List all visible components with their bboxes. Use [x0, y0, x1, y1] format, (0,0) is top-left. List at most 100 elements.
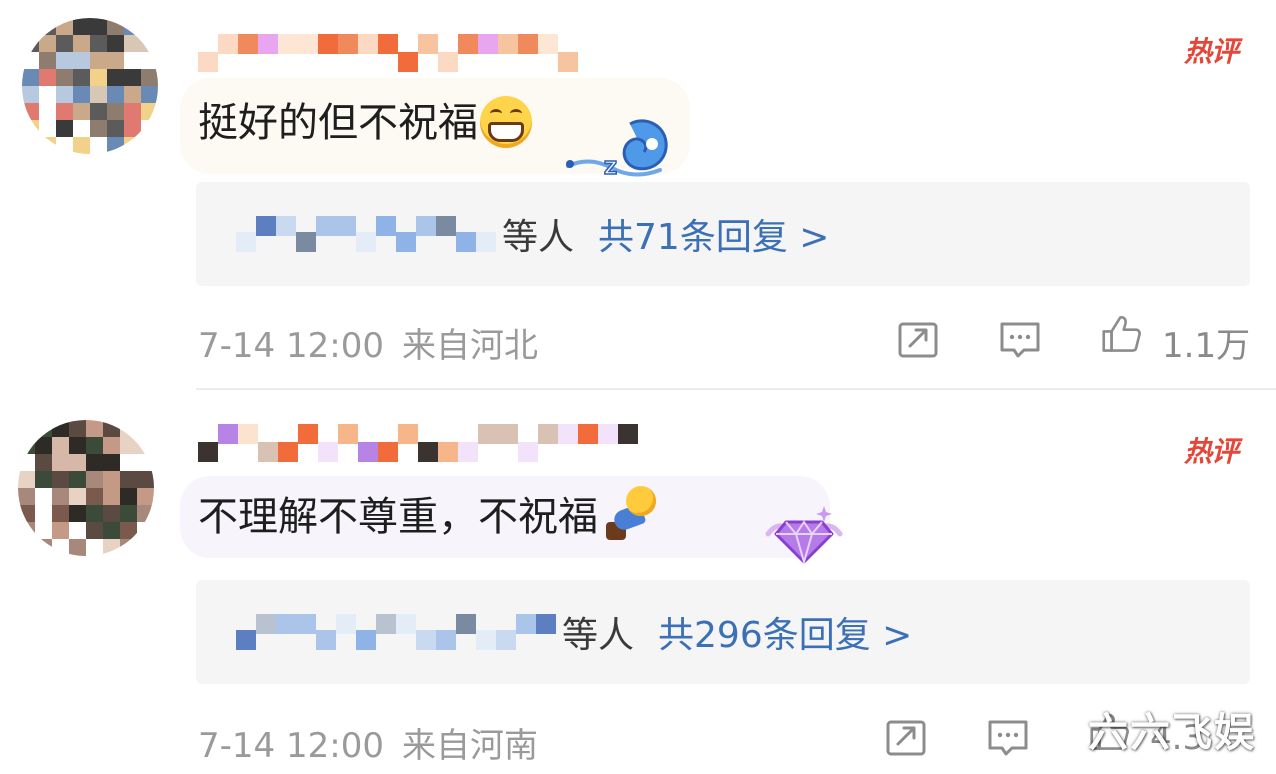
blur-pixel — [107, 35, 124, 52]
blur-pixel — [518, 442, 538, 462]
blur-pixel — [107, 52, 124, 69]
blur-pixel — [396, 614, 416, 634]
blur-pixel — [69, 437, 86, 454]
blur-pixel — [438, 442, 458, 462]
blur-pixel — [338, 424, 358, 444]
blur-pixel — [73, 69, 90, 86]
blur-pixel — [538, 424, 558, 444]
reply-summary[interactable]: 等人 共71条回复 > — [196, 182, 1250, 286]
blur-pixel — [120, 471, 137, 488]
comment-icon[interactable] — [986, 718, 1030, 758]
blur-pixel — [22, 35, 39, 52]
comment-time: 7-14 12:00 — [198, 726, 384, 766]
blur-pixel — [120, 505, 137, 522]
blur-pixel — [618, 424, 638, 444]
view-replies-link[interactable]: 共296条回复 > — [658, 606, 912, 658]
kneeling-person-emoji — [600, 486, 662, 542]
blur-pixel — [436, 216, 456, 236]
blur-pixel — [378, 34, 398, 54]
comment-item: 热评 挺好的但不祝福 Z 等人 共71条回复 > 7-14 12:00 来自河北 … — [0, 0, 1276, 392]
blur-pixel — [35, 471, 52, 488]
blur-pixel — [73, 35, 90, 52]
like-count: 1.1万 — [1162, 326, 1251, 366]
blur-pixel — [56, 35, 73, 52]
blur-pixel — [218, 424, 238, 444]
comment-content: 不理解不尊重，不祝福 — [198, 486, 662, 542]
blur-pixel — [198, 442, 218, 462]
blur-pixel — [69, 488, 86, 505]
blur-pixel — [39, 35, 56, 52]
username-blurred[interactable] — [198, 418, 638, 462]
blur-pixel — [418, 34, 438, 54]
blur-pixel — [478, 424, 498, 444]
avatar[interactable] — [22, 18, 158, 154]
blur-pixel — [296, 232, 316, 252]
blur-pixel — [90, 35, 107, 52]
blur-pixel — [137, 505, 154, 522]
blur-pixel — [356, 630, 376, 650]
blur-pixel — [536, 614, 556, 634]
blur-pixel — [258, 34, 278, 54]
blur-pixel — [124, 18, 141, 35]
avatar[interactable] — [18, 420, 154, 556]
blur-pixel — [52, 437, 69, 454]
blur-pixel — [558, 424, 578, 444]
comment-text: 不理解不尊重，不祝福 — [198, 494, 598, 540]
blur-pixel — [137, 539, 154, 556]
blur-pixel — [22, 18, 39, 35]
blur-pixel — [558, 52, 578, 72]
blur-pixel — [18, 505, 35, 522]
blur-pixel — [35, 454, 52, 471]
hot-comment-badge: 热评 — [1184, 30, 1239, 70]
blur-pixel — [256, 216, 276, 236]
blur-pixel — [137, 437, 154, 454]
blur-pixel — [418, 442, 438, 462]
blur-pixel — [276, 614, 296, 634]
share-icon[interactable] — [884, 718, 928, 758]
blur-pixel — [238, 34, 258, 54]
blur-pixel — [318, 34, 338, 54]
blur-pixel — [103, 471, 120, 488]
blur-pixel — [56, 103, 73, 120]
username-blurred[interactable] — [198, 26, 598, 72]
blur-pixel — [86, 505, 103, 522]
blur-pixel — [476, 630, 496, 650]
blur-pixel — [318, 442, 338, 462]
reply-usernames-blurred — [236, 610, 558, 654]
blur-pixel — [358, 442, 378, 462]
blur-pixel — [124, 103, 141, 120]
blur-pixel — [298, 34, 318, 54]
blur-pixel — [52, 488, 69, 505]
thumbs-up-icon[interactable] — [1100, 314, 1144, 354]
reply-suffix: 等人 — [502, 217, 575, 258]
reply-usernames-blurred — [236, 212, 498, 256]
blur-pixel — [56, 86, 73, 103]
blur-pixel — [18, 420, 35, 437]
blur-pixel — [69, 505, 86, 522]
hot-comment-badge: 热评 — [1184, 430, 1239, 470]
blur-pixel — [103, 454, 120, 471]
comment-item: 热评 不理解不尊重，不祝福 等人 共296条回复 > 7-14 12:00 来自河… — [0, 392, 1276, 774]
blur-pixel — [90, 103, 107, 120]
blur-pixel — [107, 120, 124, 137]
share-icon[interactable] — [896, 320, 940, 360]
blur-pixel — [22, 120, 39, 137]
blur-pixel — [39, 137, 56, 154]
blur-pixel — [478, 34, 498, 54]
view-replies-link[interactable]: 共71条回复 > — [598, 208, 829, 260]
reply-suffix: 等人 — [562, 615, 635, 656]
wave-badge-sticker: Z — [566, 119, 668, 180]
blur-pixel — [103, 437, 120, 454]
blur-pixel — [103, 539, 120, 556]
reply-summary[interactable]: 等人 共296条回复 > — [196, 580, 1250, 684]
blur-pixel — [436, 630, 456, 650]
blur-pixel — [39, 52, 56, 69]
blur-pixel — [316, 630, 336, 650]
blur-pixel — [90, 120, 107, 137]
blur-pixel — [141, 69, 158, 86]
comment-icon[interactable] — [998, 320, 1042, 360]
blur-pixel — [498, 34, 518, 54]
blur-pixel — [238, 424, 258, 444]
blur-pixel — [458, 34, 478, 54]
blur-pixel — [236, 630, 256, 650]
